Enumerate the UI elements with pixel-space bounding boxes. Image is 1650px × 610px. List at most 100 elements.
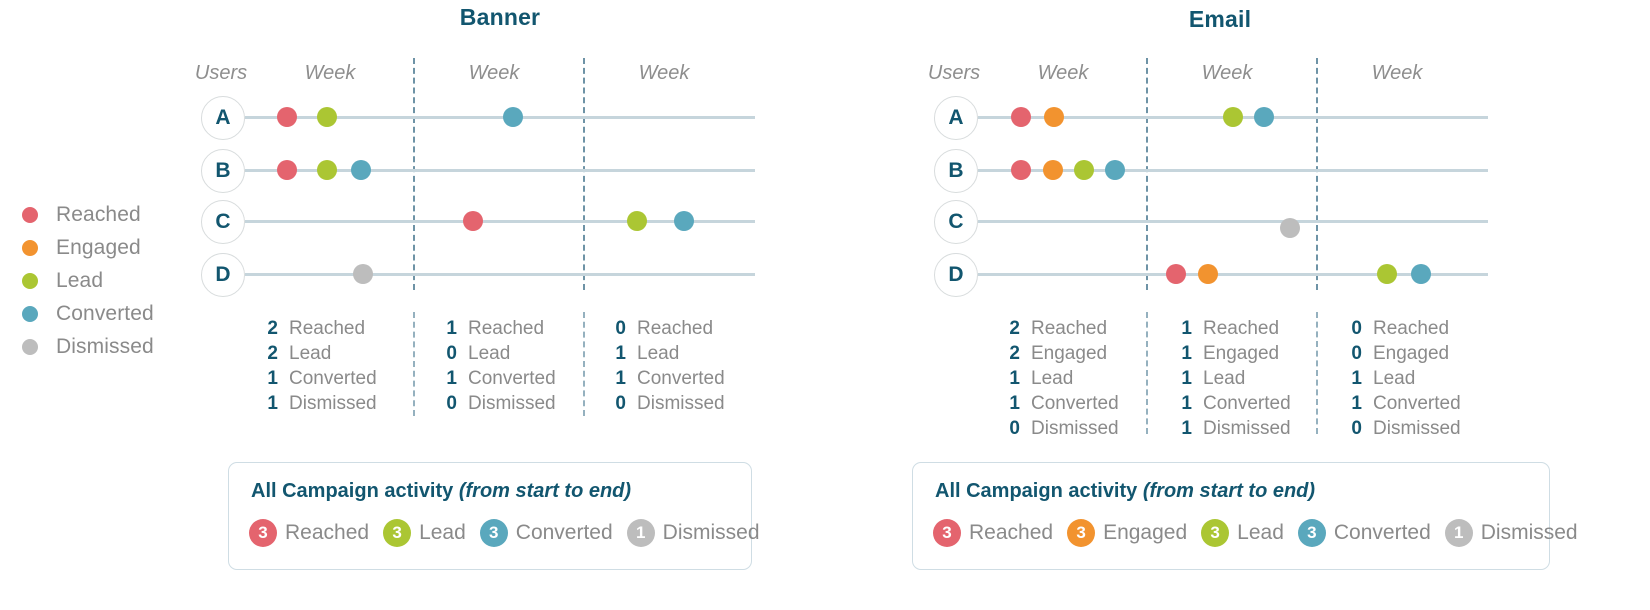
summary-item[interactable]: 3 Engaged [1067, 519, 1187, 547]
event-dot-reached[interactable] [1011, 107, 1031, 127]
week-column-header: Week [1371, 62, 1423, 84]
stat-label: Dismissed [1203, 418, 1291, 439]
summary-item[interactable]: 3 Lead [1201, 519, 1284, 547]
event-dot-lead[interactable] [627, 211, 647, 231]
event-dot-converted[interactable] [1411, 264, 1431, 284]
week-stats-column: 2 Reached 2 Lead 1 Converted 1 Dismissed [258, 318, 377, 418]
event-dot-reached[interactable] [1166, 264, 1186, 284]
stat-count: 1 [446, 318, 457, 339]
summary-count-badge: 3 [249, 519, 277, 547]
stat-count: 1 [1181, 343, 1192, 364]
stat-label: Dismissed [1373, 418, 1461, 439]
summary-item-label: Lead [419, 521, 466, 544]
stat-label: Converted [637, 368, 725, 389]
event-dot-reached[interactable] [277, 160, 297, 180]
user-badge[interactable]: B [934, 149, 978, 193]
stat-label: Dismissed [637, 393, 725, 414]
user-badge[interactable]: D [934, 253, 978, 297]
event-dot-lead[interactable] [317, 107, 337, 127]
user-row: A [723, 96, 1650, 140]
stat-label: Lead [468, 343, 511, 364]
stat-count: 1 [1351, 393, 1362, 414]
user-badge[interactable]: C [201, 200, 245, 244]
stat-label: Dismissed [1031, 418, 1119, 439]
summary-title-main: All Campaign activity [935, 480, 1138, 502]
stat-label: Converted [1373, 393, 1461, 414]
stat-count: 1 [446, 368, 457, 389]
stat-row: 0 Dismissed [437, 393, 556, 418]
week-column-header: Week [1037, 62, 1089, 84]
panel-title: Email [1188, 6, 1252, 32]
stat-count: 0 [615, 318, 626, 339]
user-badge[interactable]: D [201, 253, 245, 297]
summary-item[interactable]: 3 Converted [479, 519, 613, 547]
channel-panel: Email Users Week Week Week A B C D 2 Reached 2 Engag… [723, 0, 1650, 610]
week-stats-column: 1 Reached 1 Engaged 1 Lead 1 Converted 1 Dismisse… [1172, 318, 1291, 443]
stat-row: 1 Converted [437, 368, 555, 393]
stat-row: 1 Lead [606, 343, 725, 368]
week-column-header: Week [304, 62, 356, 84]
user-badge[interactable]: A [934, 96, 978, 140]
stat-label: Engaged [1203, 343, 1280, 364]
event-dot-engaged[interactable] [1198, 264, 1218, 284]
summary-item-label: Converted [1333, 521, 1431, 544]
event-dot-reached[interactable] [1011, 160, 1031, 180]
event-dot-lead[interactable] [1377, 264, 1397, 284]
event-dot-dismissed[interactable] [353, 264, 373, 284]
week-column-header: Week [468, 62, 520, 84]
stat-row: 1 Converted [1172, 393, 1290, 418]
event-dot-converted[interactable] [1254, 107, 1274, 127]
user-badge[interactable]: C [934, 200, 978, 244]
event-dot-converted[interactable] [503, 107, 523, 127]
stat-row: 2 Reached [1000, 318, 1119, 343]
stat-label: Lead [1373, 368, 1416, 389]
event-dot-dismissed[interactable] [1280, 218, 1300, 238]
stat-row: 0 Lead [437, 343, 556, 368]
stat-count: 0 [615, 393, 626, 414]
stats-divider [583, 312, 585, 416]
stat-count: 2 [1009, 343, 1020, 364]
summary-item-label: Reached [969, 521, 1054, 544]
event-dot-reached[interactable] [463, 211, 483, 231]
stat-count: 1 [1009, 393, 1020, 414]
summary-title: All Campaign activity (from start to end… [251, 480, 631, 503]
summary-item[interactable]: 3 Lead [383, 519, 466, 547]
event-dot-lead[interactable] [1074, 160, 1094, 180]
stat-row: 2 Lead [258, 343, 377, 368]
stat-label: Reached [468, 318, 545, 339]
stat-row: 1 Converted [1000, 393, 1118, 418]
summary-count-badge: 1 [1444, 519, 1473, 547]
event-dot-converted[interactable] [674, 211, 694, 231]
summary-item[interactable]: 3 Converted [1297, 519, 1431, 547]
stat-row: 1 Dismissed [1172, 418, 1291, 443]
summary-item[interactable]: 3 Reached [933, 519, 1053, 547]
stat-row: 1 Dismissed [258, 393, 377, 418]
event-dot-engaged[interactable] [1044, 107, 1064, 127]
event-dot-converted[interactable] [351, 160, 371, 180]
summary-item[interactable]: 1 Dismissed [1444, 519, 1578, 547]
event-dot-lead[interactable] [317, 160, 337, 180]
stat-row: 1 Engaged [1172, 343, 1291, 368]
stat-row: 1 Lead [1172, 368, 1291, 393]
summary-count-badge: 3 [479, 519, 508, 547]
users-column-header: Users [194, 62, 248, 84]
event-dot-reached[interactable] [277, 107, 297, 127]
summary-item[interactable]: 3 Reached [249, 519, 369, 547]
event-dot-lead[interactable] [1223, 107, 1243, 127]
stat-label: Reached [1031, 318, 1108, 339]
stat-count: 2 [267, 318, 278, 339]
stat-label: Reached [1373, 318, 1450, 339]
summary-count-badge: 3 [1297, 519, 1326, 547]
stat-label: Dismissed [289, 393, 377, 414]
user-badge[interactable]: B [201, 149, 245, 193]
user-badge[interactable]: A [201, 96, 245, 140]
summary-item-label: Engaged [1103, 521, 1188, 544]
event-dot-converted[interactable] [1105, 160, 1125, 180]
stat-label: Reached [1203, 318, 1280, 339]
summary-title-sub: (from start to end) [458, 480, 632, 502]
week-column-header: Week [1201, 62, 1253, 84]
event-dot-engaged[interactable] [1043, 160, 1063, 180]
stat-label: Dismissed [468, 393, 556, 414]
summary-items: 3 Reached 3 Engaged 3 Lead 3 Converted 1 Dismisse… [933, 519, 1592, 547]
summary-items: 3 Reached 3 Lead 3 Converted 1 Dismissed [249, 519, 774, 547]
